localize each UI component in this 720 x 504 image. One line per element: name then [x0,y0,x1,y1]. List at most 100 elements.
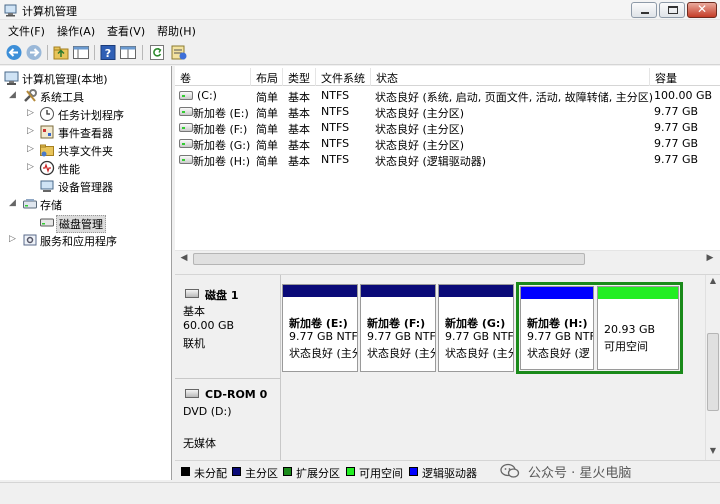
cell-volume: 新加卷 (G:) [193,139,251,152]
table-row[interactable]: 新加卷 (F:) 简单 基本 NTFS 状态良好 (主分区) 9.77 GB [175,120,720,136]
partition-h[interactable]: 新加卷 (H:) 9.77 GB NTF 状态良好 (逻 [520,286,594,370]
tree-item-root[interactable]: 计算机管理(本地) [0,69,170,87]
console-view-icon[interactable] [119,44,137,61]
volume-icon [179,139,193,148]
disk-size: 60.00 GB [183,319,235,332]
tree-item-event-viewer[interactable]: ▷ 事件查看器 [0,123,170,141]
tree-item-system-tools[interactable]: ◢ 系统工具 [0,87,170,105]
maximize-button[interactable] [659,2,685,18]
disk-type: 基本 [183,305,205,318]
cdrom-info[interactable]: CD-ROM 0 DVD (D:) 无媒体 [175,378,281,461]
column-header-filesystem[interactable]: 文件系统 [316,68,371,86]
partition-status: 状态良好 (主分 [289,347,358,360]
close-button[interactable]: ✕ [687,2,717,18]
column-header-type[interactable]: 类型 [283,68,316,86]
forward-arrow-icon[interactable] [25,44,43,61]
tree-item-disk-management[interactable]: 磁盘管理 [0,213,170,233]
table-row[interactable]: 新加卷 (H:) 简单 基本 NTFS 状态良好 (逻辑驱动器) 9.77 GB [175,152,720,168]
column-header-volume[interactable]: 卷 [175,68,251,86]
volume-icon [179,107,193,116]
up-folder-icon[interactable] [52,44,70,61]
minimize-button[interactable] [631,2,657,18]
cell-capacity: 9.77 GB [654,121,699,134]
window-title: 计算机管理 [22,5,77,18]
partition-g[interactable]: 新加卷 (G:) 9.77 GB NTF 状态良好 (主分 [438,284,514,372]
partition-e[interactable]: 新加卷 (E:) 9.77 GB NTF 状态良好 (主分 [282,284,358,372]
volume-list: 卷 布局 类型 文件系统 状态 容量 (C:) 简单 基本 NTFS 状态良好 … [175,66,720,266]
table-row[interactable]: 新加卷 (E:) 简单 基本 NTFS 状态良好 (主分区) 9.77 GB [175,104,720,120]
legend-swatch-extended [283,467,292,476]
free-space-partition[interactable]: 20.93 GB 可用空间 [597,286,679,370]
toolbar-separator [142,45,143,60]
horizontal-scrollbar[interactable]: ◀ ▶ [175,250,720,266]
expand-triangle-icon[interactable]: ▷ [27,108,37,120]
menu-file[interactable]: 文件(F) [8,23,45,39]
cell-layout: 简单 [256,139,278,152]
legend-label: 逻辑驱动器 [422,467,477,480]
cell-type: 基本 [288,139,310,152]
computer-management-icon [4,4,17,17]
scroll-right-icon[interactable]: ▶ [703,253,717,265]
title-bar: 计算机管理 ✕ [0,0,720,20]
tree-item-shared-folders[interactable]: ▷ 共享文件夹 [0,141,170,159]
tree-item-device-manager[interactable]: 设备管理器 [0,177,170,195]
tree-item-storage[interactable]: ◢ 存储 [0,195,170,213]
partition-f[interactable]: 新加卷 (F:) 9.77 GB NTF 状态良好 (主分 [360,284,436,372]
minimize-icon [641,12,649,14]
cdrom-media-area [281,378,705,461]
toolbar-separator [94,45,95,60]
cell-capacity: 100.00 GB [654,89,713,102]
partition-name: 新加卷 (E:) [289,317,348,330]
collapse-triangle-icon[interactable]: ◢ [9,90,19,102]
scrollbar-thumb[interactable] [193,253,585,265]
back-arrow-icon[interactable] [5,44,23,61]
tools-icon [24,89,37,102]
scroll-left-icon[interactable]: ◀ [177,253,191,265]
disk-icon [185,289,199,298]
menu-help[interactable]: 帮助(H) [157,23,196,39]
expand-triangle-icon[interactable]: ▷ [27,144,37,156]
legend-swatch-logical [409,467,418,476]
tree-item-services-apps[interactable]: ▷ 服务和应用程序 [0,231,170,249]
properties-icon[interactable] [170,44,188,61]
volume-icon [179,123,193,132]
vertical-scrollbar[interactable]: ▲ ▼ [705,275,720,461]
tree-item-task-scheduler[interactable]: ▷ 任务计划程序 [0,105,170,123]
event-viewer-icon [40,125,54,139]
partition-status: 状态良好 (逻 [527,347,590,360]
scroll-up-icon[interactable]: ▲ [706,276,720,290]
table-row[interactable]: 新加卷 (G:) 简单 基本 NTFS 状态良好 (主分区) 9.77 GB [175,136,720,152]
menu-view[interactable]: 查看(V) [107,23,145,39]
partition-name: 新加卷 (F:) [367,317,426,330]
maximize-icon [668,6,678,14]
partition-bar [521,287,593,299]
cell-volume: 新加卷 (F:) [193,123,248,136]
help-icon[interactable]: ? [99,44,117,61]
refresh-icon[interactable] [148,44,166,61]
collapse-triangle-icon[interactable]: ◢ [9,198,19,210]
disk-1-info[interactable]: 磁盘 1 基本 60.00 GB 联机 [175,275,281,378]
menu-action[interactable]: 操作(A) [57,23,95,39]
column-header-layout[interactable]: 布局 [251,68,283,86]
tree-item-performance[interactable]: ▷ 性能 [0,159,170,177]
scroll-down-icon[interactable]: ▼ [706,446,720,460]
svg-text:?: ? [105,47,111,60]
cell-status: 状态良好 (主分区) [375,123,465,136]
expand-triangle-icon[interactable]: ▷ [9,234,19,246]
scrollbar-thumb[interactable] [707,333,719,411]
cell-type: 基本 [288,123,310,136]
table-row[interactable]: (C:) 简单 基本 NTFS 状态良好 (系统, 启动, 页面文件, 活动, … [175,88,720,104]
toolbar-separator [47,45,48,60]
disk-graphical-view: 磁盘 1 基本 60.00 GB 联机 新加卷 (E:) 9.77 GB NTF… [175,274,720,461]
extended-partition[interactable]: 新加卷 (H:) 9.77 GB NTF 状态良好 (逻 20.93 GB 可用… [516,282,683,374]
cdrom-type: DVD (D:) [183,405,232,418]
pane-splitter[interactable] [175,266,720,274]
cell-layout: 简单 [256,107,278,120]
expand-triangle-icon[interactable]: ▷ [27,126,37,138]
show-hide-tree-icon[interactable] [72,44,90,61]
partition-bar [283,285,357,297]
column-header-capacity[interactable]: 容量 [650,68,720,86]
column-header-status[interactable]: 状态 [371,68,650,86]
legend-swatch-primary [232,467,241,476]
expand-triangle-icon[interactable]: ▷ [27,162,37,174]
